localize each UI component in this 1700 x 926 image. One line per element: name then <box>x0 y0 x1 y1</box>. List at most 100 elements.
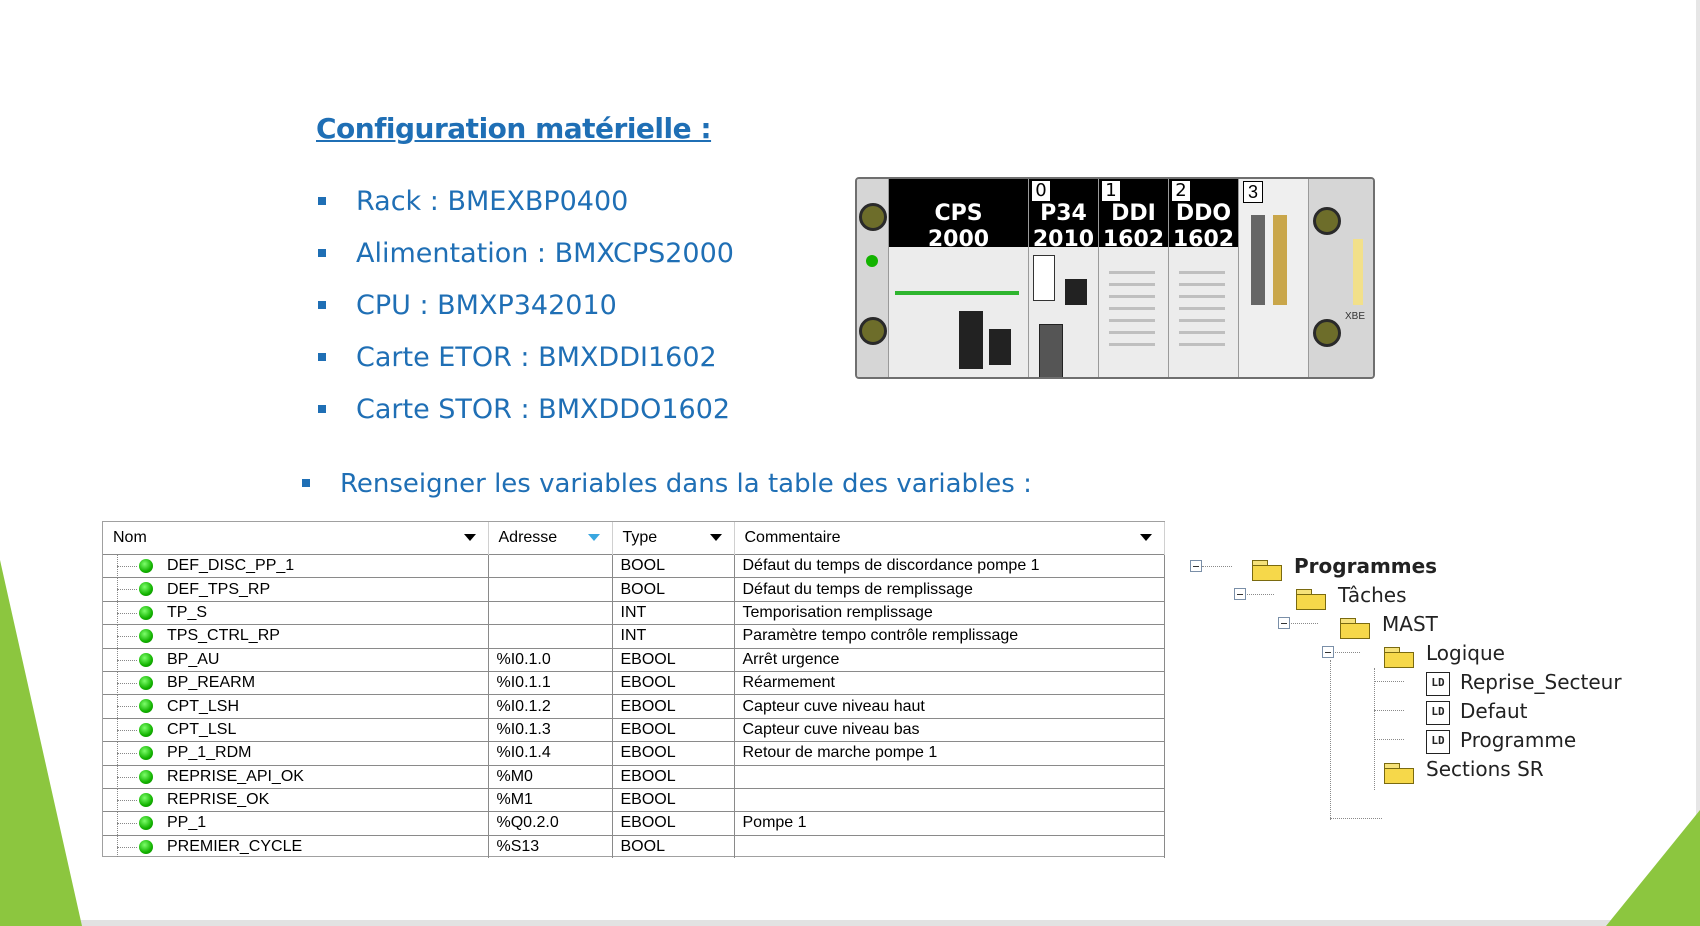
cell-adresse[interactable] <box>488 577 613 602</box>
cell-type[interactable]: EBOOL <box>612 811 735 836</box>
table-row[interactable]: TP_S INT Temporisation remplissage <box>103 600 1165 625</box>
cell-type[interactable]: INT <box>612 624 735 649</box>
variable-status-led-icon <box>139 699 153 714</box>
column-header-adresse[interactable]: Adresse <box>488 522 613 555</box>
cell-adresse[interactable]: %M0 <box>488 764 613 789</box>
cell-commentaire[interactable] <box>734 787 1165 812</box>
table-row[interactable]: TPS_CTRL_RP INT Paramètre tempo contrôle r… <box>103 624 1165 649</box>
dropdown-arrow-icon[interactable] <box>709 534 722 541</box>
cell-adresse[interactable] <box>488 624 613 649</box>
table-row[interactable]: PP_1 %Q0.2.0 EBOOL Pompe 1 <box>103 811 1165 836</box>
collapse-toggle-mast[interactable] <box>1278 617 1290 629</box>
table-row[interactable]: DEF_TPS_RP BOOL Défaut du temps de remplis… <box>103 577 1165 602</box>
cell-adresse[interactable]: %I0.1.4 <box>488 741 613 766</box>
hardware-item-label: Carte STOR : BMXDDO1602 <box>356 394 731 425</box>
cell-nom[interactable]: PP_1_RDM <box>103 741 489 766</box>
cell-nom[interactable]: DEF_DISC_PP_1 <box>103 553 489 578</box>
tree-node-programmes[interactable]: Programmes <box>1250 552 1437 581</box>
table-row[interactable]: PREMIER_CYCLE %S13 BOOL <box>103 834 1165 859</box>
cell-adresse[interactable]: %I0.1.3 <box>488 717 613 742</box>
table-row[interactable]: BP_REARM %I0.1.1 EBOOL Réarmement <box>103 670 1165 695</box>
cell-commentaire[interactable]: Temporisation remplissage <box>734 600 1165 625</box>
cell-adresse[interactable]: %I0.1.1 <box>488 670 613 695</box>
cell-nom[interactable]: CPT_LSL <box>103 717 489 742</box>
cell-type[interactable]: BOOL <box>612 553 735 578</box>
cell-adresse[interactable] <box>488 553 613 578</box>
tree-connector <box>117 566 137 567</box>
tree-node-sections-sr[interactable]: Sections SR <box>1382 755 1544 784</box>
folder-icon <box>1382 760 1416 784</box>
cell-commentaire[interactable]: Réarmement <box>734 670 1165 695</box>
cell-type[interactable]: EBOOL <box>612 717 735 742</box>
table-row[interactable]: BP_AU %I0.1.0 EBOOL Arrêt urgence <box>103 647 1165 672</box>
cell-type[interactable]: BOOL <box>612 834 735 859</box>
table-row[interactable]: PP_1_RDM %I0.1.4 EBOOL Retour de marche pom… <box>103 741 1165 766</box>
cell-nom[interactable]: REPRISE_OK <box>103 787 489 812</box>
cell-nom[interactable]: BP_REARM <box>103 670 489 695</box>
cell-commentaire[interactable]: Pompe 1 <box>734 811 1165 836</box>
collapse-toggle-logique[interactable] <box>1322 646 1334 658</box>
cell-adresse[interactable]: %I0.1.2 <box>488 694 613 719</box>
cell-type[interactable]: EBOOL <box>612 670 735 695</box>
cell-nom[interactable]: DEF_TPS_RP <box>103 577 489 602</box>
bullet-square-icon <box>302 479 310 487</box>
cell-nom[interactable]: TP_S <box>103 600 489 625</box>
cell-nom[interactable]: CPT_LSH <box>103 694 489 719</box>
cell-commentaire[interactable]: Capteur cuve niveau haut <box>734 694 1165 719</box>
cell-type[interactable]: EBOOL <box>612 741 735 766</box>
cell-commentaire[interactable]: Défaut du temps de remplissage <box>734 577 1165 602</box>
column-header-commentaire[interactable]: Commentaire <box>734 522 1165 555</box>
collapse-toggle-taches[interactable] <box>1234 588 1246 600</box>
cell-type[interactable]: BOOL <box>612 577 735 602</box>
column-header-type[interactable]: Type <box>612 522 735 555</box>
dropdown-arrow-icon[interactable] <box>463 534 476 541</box>
tree-node-section-defaut[interactable]: LD Defaut <box>1426 697 1528 725</box>
filter-arrow-icon[interactable] <box>587 534 600 541</box>
cell-commentaire[interactable]: Arrêt urgence <box>734 647 1165 672</box>
collapse-toggle-programmes[interactable] <box>1190 560 1202 572</box>
folder-icon <box>1338 615 1372 639</box>
table-row[interactable]: REPRISE_OK %M1 EBOOL <box>103 787 1165 812</box>
table-row[interactable]: DEF_DISC_PP_1 BOOL Défaut du temps de disc… <box>103 553 1165 578</box>
tree-node-section-programme[interactable]: LD Programme <box>1426 726 1576 754</box>
ladder-section-icon: LD <box>1426 700 1450 725</box>
cell-adresse[interactable]: %S13 <box>488 834 613 859</box>
tree-node-section-reprise-secteur[interactable]: LD Reprise_Secteur <box>1426 668 1622 696</box>
cell-nom[interactable]: TPS_CTRL_RP <box>103 624 489 649</box>
column-header-nom[interactable]: Nom <box>103 522 489 555</box>
table-row[interactable]: CPT_LSH %I0.1.2 EBOOL Capteur cuve niveau h… <box>103 694 1165 719</box>
terminal-block-icon <box>959 311 983 369</box>
tree-node-logique[interactable]: Logique <box>1382 639 1505 668</box>
cell-commentaire[interactable]: Défaut du temps de discordance pompe 1 <box>734 553 1165 578</box>
rack-module-cpu: 0 P34 2010 <box>1029 179 1099 377</box>
cell-nom[interactable]: PREMIER_CYCLE <box>103 834 489 859</box>
table-row[interactable]: REPRISE_API_OK %M0 EBOOL <box>103 764 1165 789</box>
dropdown-arrow-icon[interactable] <box>1139 534 1152 541</box>
tree-connector <box>117 682 137 684</box>
cell-nom[interactable]: PP_1 <box>103 811 489 836</box>
tree-node-mast[interactable]: MAST <box>1338 610 1438 639</box>
tree-connector <box>117 776 137 778</box>
cell-commentaire[interactable]: Paramètre tempo contrôle remplissage <box>734 624 1165 649</box>
tree-node-taches[interactable]: Tâches <box>1294 581 1407 610</box>
cell-type[interactable]: EBOOL <box>612 787 735 812</box>
screw-icon <box>1313 319 1341 347</box>
cell-type[interactable]: EBOOL <box>612 764 735 789</box>
cell-type[interactable]: INT <box>612 600 735 625</box>
cell-commentaire[interactable]: Retour de marche pompe 1 <box>734 741 1165 766</box>
cell-commentaire[interactable] <box>734 834 1165 859</box>
cell-adresse[interactable] <box>488 600 613 625</box>
cell-type[interactable]: EBOOL <box>612 694 735 719</box>
table-row[interactable]: CPT_LSL %I0.1.3 EBOOL Capteur cuve niveau b… <box>103 717 1165 742</box>
cell-adresse[interactable]: %I0.1.0 <box>488 647 613 672</box>
cell-adresse[interactable]: %Q0.2.0 <box>488 811 613 836</box>
cell-nom[interactable]: REPRISE_API_OK <box>103 764 489 789</box>
cell-type[interactable]: EBOOL <box>612 647 735 672</box>
cell-commentaire[interactable] <box>734 764 1165 789</box>
cell-nom[interactable]: BP_AU <box>103 647 489 672</box>
power-indicator-bar <box>895 291 1019 295</box>
cell-adresse[interactable]: %M1 <box>488 787 613 812</box>
module-name: DDI <box>1111 201 1156 226</box>
variable-status-led-icon <box>139 839 153 854</box>
cell-commentaire[interactable]: Capteur cuve niveau bas <box>734 717 1165 742</box>
